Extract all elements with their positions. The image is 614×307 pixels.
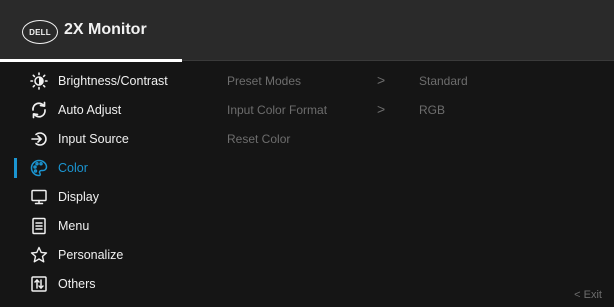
menu-icon — [30, 217, 48, 235]
chevron-right-icon: > — [377, 101, 386, 117]
submenu-row-label: Reset Color — [227, 132, 291, 146]
star-icon — [30, 246, 48, 264]
header-active-indicator — [0, 59, 182, 62]
brightness-icon — [30, 72, 48, 90]
sidebar-item-others[interactable]: Others — [0, 271, 210, 297]
sidebar-item-label: Color — [58, 161, 88, 175]
active-item-marker — [14, 158, 17, 178]
osd-header: DELL 2X Monitor — [0, 0, 614, 60]
sidebar-item-display[interactable]: Display — [0, 184, 210, 210]
sidebar-item-label: Personalize — [58, 248, 124, 262]
auto-adjust-icon — [30, 101, 48, 119]
display-icon — [30, 188, 48, 206]
sidebar-item-personalize[interactable]: Personalize — [0, 242, 210, 268]
monitor-title: 2X Monitor — [64, 21, 147, 38]
input-source-icon — [30, 130, 48, 148]
color-palette-icon — [30, 159, 48, 177]
sidebar-item-label: Auto Adjust — [58, 103, 122, 117]
sidebar-item-label: Display — [58, 190, 99, 204]
submenu-row-value: Standard — [419, 74, 468, 88]
sidebar-item-label: Brightness/Contrast — [58, 74, 168, 88]
dell-logo: DELL — [22, 20, 58, 44]
chevron-right-icon: > — [377, 72, 386, 88]
submenu-row-label: Preset Modes — [227, 74, 302, 88]
sidebar-item-label: Menu — [58, 219, 90, 233]
exit-button[interactable]: < Exit — [574, 289, 602, 301]
monitor-osd: DELL 2X Monitor Brightness/Contrast Auto… — [0, 0, 614, 307]
submenu-row-value: RGB — [419, 103, 446, 117]
sidebar-item-brightness-contrast[interactable]: Brightness/Contrast — [0, 68, 210, 94]
sidebar-item-auto-adjust[interactable]: Auto Adjust — [0, 97, 210, 123]
submenu-row-label: Input Color Format — [227, 103, 328, 117]
sidebar-item-color[interactable]: Color — [0, 155, 210, 181]
sidebar-item-input-source[interactable]: Input Source — [0, 126, 210, 152]
sidebar-item-label: Others — [58, 277, 96, 291]
others-icon — [30, 275, 48, 293]
sidebar-item-menu[interactable]: Menu — [0, 213, 210, 239]
sidebar-item-label: Input Source — [58, 132, 129, 146]
